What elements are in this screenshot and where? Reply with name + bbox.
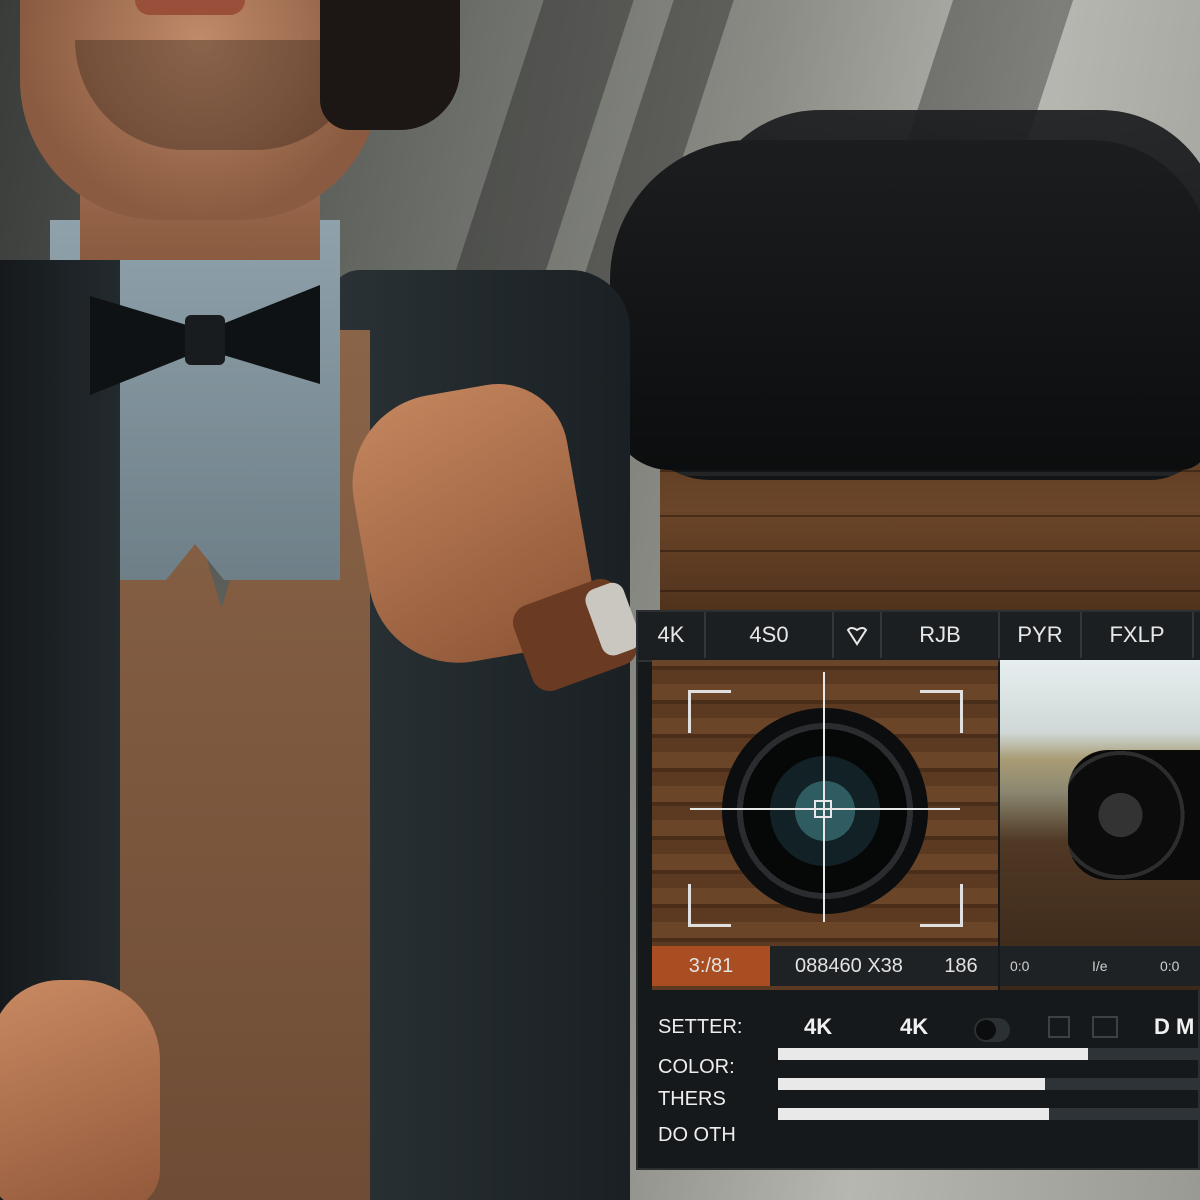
settings-list: SETTER: 4K 4K D M COLOR: THERS DO OTH xyxy=(638,992,1200,1172)
secondary-statusbar: 0:0 I/e 0:0 xyxy=(1000,946,1200,986)
status-item: 0:0 xyxy=(1010,958,1030,974)
setter-value-1[interactable]: 4K xyxy=(804,1014,832,1040)
status-time: 3:/81 xyxy=(652,946,770,986)
camera-image xyxy=(1068,750,1200,880)
slider-fill xyxy=(778,1078,1046,1090)
setter-toggle[interactable] xyxy=(974,1018,1010,1042)
focus-bracket xyxy=(688,690,731,733)
toolbar-item-rjb[interactable]: RJB xyxy=(882,612,1000,658)
frame-icon[interactable] xyxy=(1092,1016,1118,1038)
viewfinder-preview[interactable] xyxy=(652,660,998,990)
heart-icon xyxy=(845,622,869,647)
toggle-knob xyxy=(976,1020,996,1040)
thers-slider[interactable] xyxy=(778,1078,1200,1090)
setting-label-do-oth: DO OTH xyxy=(658,1124,736,1146)
focus-bracket xyxy=(920,690,963,733)
left-hand xyxy=(0,980,160,1200)
toolbar-item-heart[interactable] xyxy=(834,612,882,658)
status-item: 0:0 xyxy=(1160,958,1180,974)
status-item: I/e xyxy=(1092,958,1108,974)
bow-tie xyxy=(90,285,320,395)
slider-fill xyxy=(778,1048,1088,1060)
toolbar: 4K 4S0 RJB PYR FXLP xyxy=(638,612,1200,662)
toolbar-item-4s0[interactable]: 4S0 xyxy=(706,612,834,658)
color-slider[interactable] xyxy=(778,1048,1200,1060)
setter-value-3[interactable]: D M xyxy=(1154,1014,1194,1040)
secondary-preview[interactable] xyxy=(1000,660,1200,990)
viewfinder-statusbar: 3:/81 088460 X38 186 xyxy=(652,946,998,986)
setting-label-setter: SETTER: xyxy=(658,1016,743,1038)
status-resolution: 088460 X38 xyxy=(795,955,903,977)
camera-settings-panel: 4K 4S0 RJB PYR FXLP 3:/81 088460 X38 186… xyxy=(636,610,1200,1170)
setter-value-2[interactable]: 4K xyxy=(900,1014,928,1040)
focus-point[interactable] xyxy=(814,800,832,818)
status-count: 186 xyxy=(944,955,978,977)
focus-bracket xyxy=(920,884,963,927)
hair xyxy=(320,0,460,130)
black-shoe-front xyxy=(610,140,1200,470)
focus-bracket xyxy=(688,884,731,927)
setting-label-thers: THERS xyxy=(658,1088,726,1110)
slider-fill xyxy=(778,1108,1050,1120)
crosshair-vertical xyxy=(823,672,825,922)
toolbar-item-resolution[interactable]: 4K xyxy=(638,612,706,658)
setting-label-color: COLOR: xyxy=(658,1056,735,1078)
lips xyxy=(135,0,245,15)
toolbar-item-fxlp[interactable]: FXLP xyxy=(1082,612,1194,658)
grid-icon[interactable] xyxy=(1048,1016,1070,1038)
toolbar-item-pyr[interactable]: PYR xyxy=(1000,612,1082,658)
do-oth-slider[interactable] xyxy=(778,1108,1200,1120)
